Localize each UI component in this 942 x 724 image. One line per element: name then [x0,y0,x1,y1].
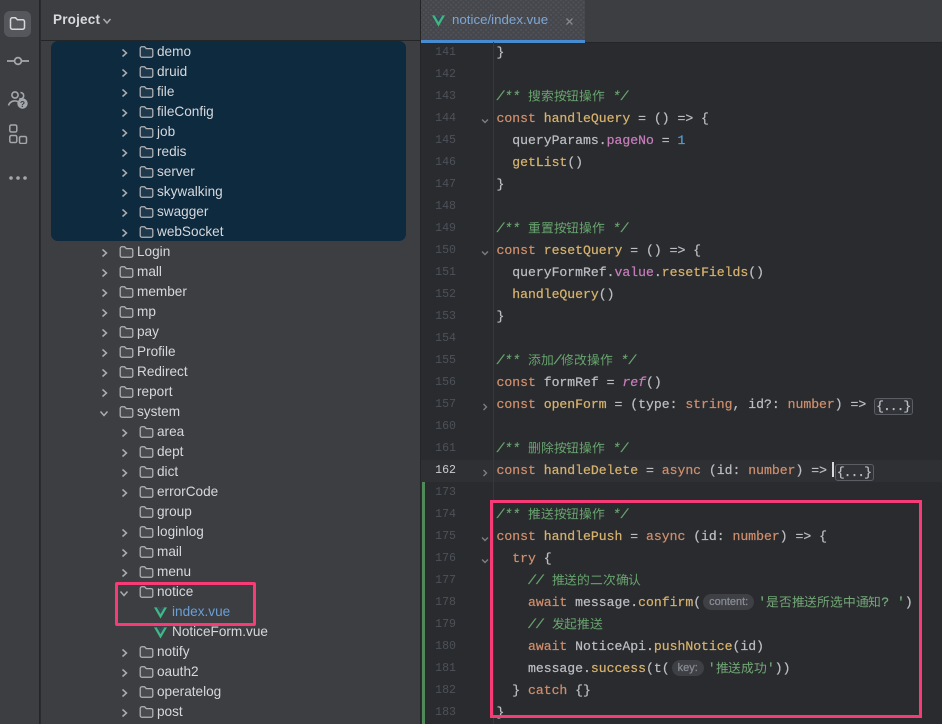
svg-text:?: ? [20,99,25,109]
